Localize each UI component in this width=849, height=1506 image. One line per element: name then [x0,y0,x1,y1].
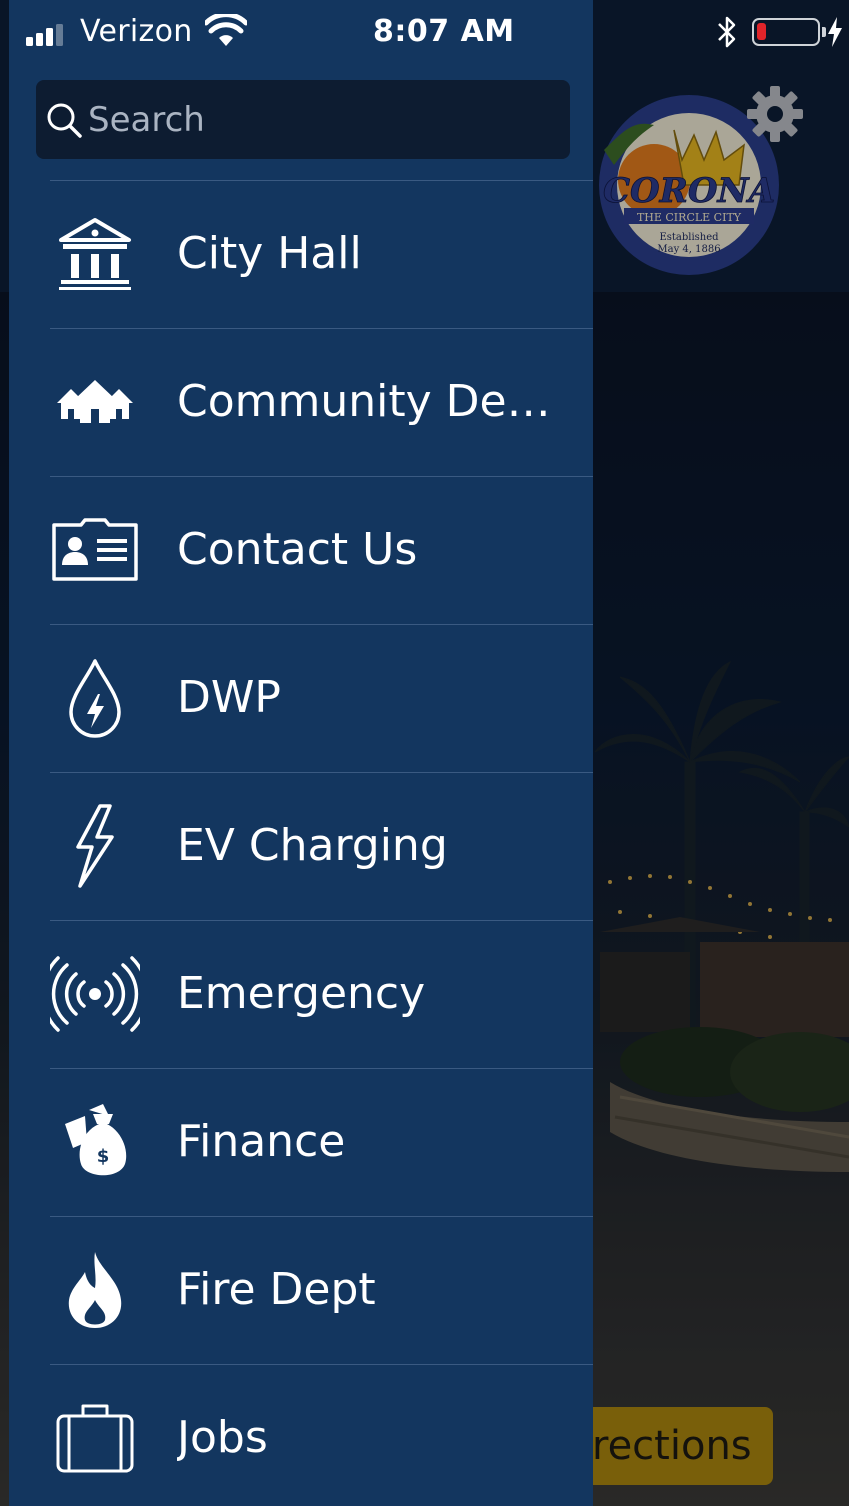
directions-label: rections [592,1423,752,1469]
status-bar: Verizon 8:07 AM [0,0,849,64]
menu-item-emergency[interactable]: Emergency [9,920,593,1068]
seal-title: CORONA [603,171,775,211]
search-input[interactable] [88,80,558,159]
seal-subtitle: THE CIRCLE CITY [637,211,742,224]
menu-item-dwp[interactable]: DWP [9,624,593,772]
wifi-icon [205,14,247,46]
menu-item-fire-dept[interactable]: Fire Dept [9,1216,593,1364]
menu-item-label: Fire Dept [177,1264,376,1315]
menu-item-label: Finance [177,1116,346,1167]
broadcast-icon [50,956,140,1032]
svg-text:$: $ [97,1146,110,1167]
menu-item-label: DWP [177,672,281,723]
seal-established: Established [659,232,719,243]
menu-item-contact-us[interactable]: Contact Us [9,476,593,624]
city-hall-icon [59,218,131,290]
search-icon [47,103,82,138]
directions-button[interactable]: rections [580,1407,773,1485]
battery-level-fill [757,23,766,40]
menu-item-label: Contact Us [177,524,418,575]
menu-item-label: Jobs [177,1412,268,1463]
menu-item-finance[interactable]: $ Finance [9,1068,593,1216]
community-dev-icon [57,380,133,423]
menu-item-ev-charging[interactable]: EV Charging [9,772,593,920]
lightning-icon [76,804,114,888]
money-bag-icon: $ [65,1104,127,1176]
battery-icon [752,18,826,46]
flame-icon [68,1252,122,1328]
charging-bolt-icon [828,17,842,47]
menu-item-jobs[interactable]: Jobs [9,1364,593,1506]
side-menu-drawer: City Hall Community Dev… [9,0,593,1506]
menu-item-label: City Hall [177,228,362,279]
status-time: 8:07 AM [373,14,515,49]
water-drop-icon [69,659,121,738]
briefcase-icon [56,1404,134,1473]
search-bar[interactable] [36,80,570,159]
contact-card-icon [52,518,138,581]
bluetooth-icon [718,16,736,48]
menu-item-label: Community Dev… [177,376,557,427]
menu-item-label: Emergency [177,968,426,1019]
menu-item-city-hall[interactable]: City Hall [9,180,593,328]
carrier-name: Verizon [80,14,193,49]
signal-strength-icon [26,22,70,46]
menu-item-label: EV Charging [177,820,448,871]
gear-icon[interactable] [745,84,805,144]
menu-item-community-dev[interactable]: Community Dev… [9,328,593,476]
seal-date: May 4, 1886 [657,244,720,255]
